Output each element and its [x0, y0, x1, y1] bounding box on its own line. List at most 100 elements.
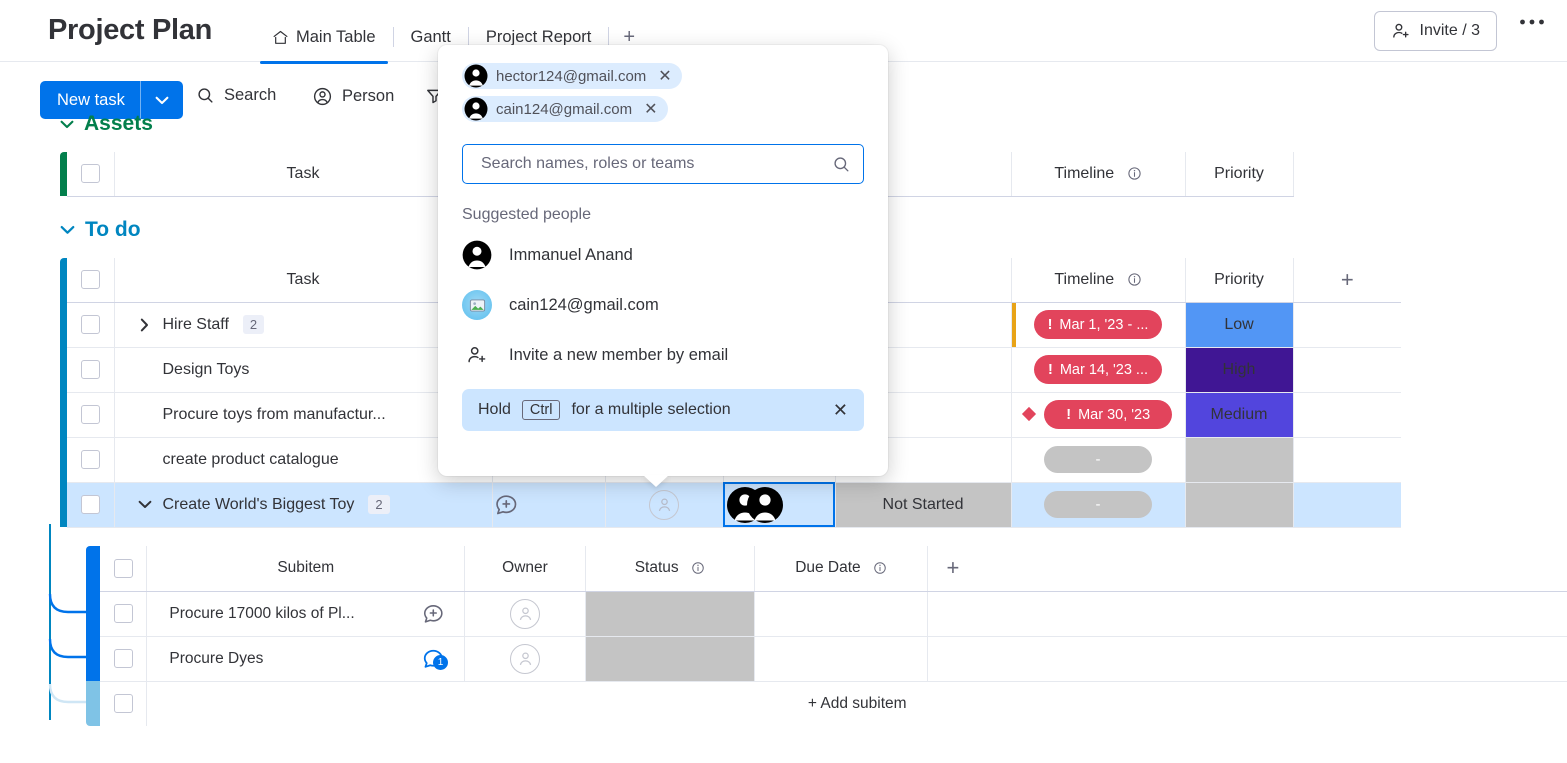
subitem-name-cell[interactable]: Procure Dyes 1 — [146, 636, 466, 682]
subitem-owner-cell[interactable] — [464, 636, 586, 682]
status-cell[interactable]: Not Started — [835, 482, 1012, 528]
person-chip[interactable]: cain124@gmail.com ✕ — [462, 96, 668, 122]
row-select-cell[interactable] — [67, 302, 115, 348]
priority-cell[interactable]: Medium — [1185, 392, 1294, 438]
overdue-icon: ! — [1047, 316, 1053, 333]
add-subitem-button[interactable]: + Add subitem — [146, 681, 1567, 726]
checkbox[interactable] — [80, 405, 100, 424]
column-header-due-date[interactable]: Due Date — [754, 546, 929, 592]
people-picker-popup: hector124@gmail.com ✕ cain124@gmail.com … — [438, 45, 888, 487]
checkbox[interactable] — [113, 649, 133, 668]
timeline-cell[interactable]: ! Mar 30, '23 — [1011, 392, 1186, 438]
column-header-timeline[interactable]: Timeline — [1011, 152, 1186, 197]
add-column-button[interactable]: + — [1293, 258, 1401, 303]
subitem-select-cell[interactable] — [99, 681, 148, 726]
suggested-person-immanuel-anand[interactable]: Immanuel Anand — [438, 230, 888, 280]
checkbox[interactable] — [113, 558, 133, 578]
priority-cell[interactable] — [1185, 482, 1294, 528]
subitem-row[interactable]: Procure Dyes 1 — [86, 636, 1567, 682]
subitem-owner-cell[interactable] — [464, 591, 586, 637]
row-select-cell[interactable] — [67, 437, 115, 483]
checkbox[interactable] — [80, 450, 100, 469]
ctrl-key-badge: Ctrl — [521, 400, 561, 420]
column-header-timeline[interactable]: Timeline — [1011, 258, 1186, 303]
priority-cell[interactable]: Low — [1185, 302, 1294, 348]
subitem-select-all-cell[interactable] — [99, 546, 148, 592]
table-row[interactable]: Create World's Biggest Toy 2 Not Started… — [60, 482, 1401, 528]
subitem-status-cell[interactable] — [585, 591, 755, 637]
page-title: Project Plan — [48, 14, 213, 46]
subitem-name-cell[interactable]: Procure 17000 kilos of Pl... — [146, 591, 466, 637]
checkbox[interactable] — [80, 315, 100, 334]
timeline-cell[interactable]: - — [1011, 482, 1186, 528]
task-name-cell[interactable]: Hire Staff 2 — [114, 302, 493, 348]
column-label: Due Date — [795, 559, 861, 577]
people-search-box[interactable] — [462, 144, 864, 184]
chevron-down-icon[interactable] — [137, 500, 153, 509]
timeline-cell[interactable]: - — [1011, 437, 1186, 483]
subitem-select-cell[interactable] — [99, 636, 148, 682]
person-chip[interactable]: hector124@gmail.com ✕ — [462, 63, 682, 89]
checkbox[interactable] — [80, 270, 100, 290]
chevron-down-icon[interactable] — [141, 96, 183, 105]
chevron-right-icon[interactable] — [137, 318, 153, 332]
comment-icon[interactable]: 1 — [421, 646, 449, 671]
task-name-cell[interactable]: Create World's Biggest Toy 2 — [114, 482, 493, 528]
suggested-person-cain124[interactable]: cain124@gmail.com — [438, 280, 888, 330]
chevron-down-icon[interactable] — [60, 225, 75, 235]
subitem-select-cell[interactable] — [99, 591, 148, 637]
invite-new-member-by-email[interactable]: Invite a new member by email — [438, 330, 888, 380]
row-select-cell[interactable] — [67, 482, 115, 528]
subitem-due-date-cell[interactable] — [754, 591, 929, 637]
column-header-owner[interactable]: Owner — [464, 546, 586, 592]
column-header-priority[interactable]: Priority — [1185, 152, 1294, 197]
timeline-cell[interactable]: ! Mar 14, '23 ... — [1011, 347, 1186, 393]
column-header-priority[interactable]: Priority — [1185, 258, 1294, 303]
column-header-subitem[interactable]: Subitem — [146, 546, 466, 592]
add-subitem-row[interactable]: + Add subitem — [86, 681, 1567, 726]
row-select-cell[interactable] — [67, 347, 115, 393]
timeline-cell[interactable]: ! Mar 1, '23 - ... — [1011, 302, 1186, 348]
subitem-status-cell[interactable] — [585, 636, 755, 682]
people-search-input[interactable] — [479, 154, 832, 174]
select-all-cell[interactable] — [67, 152, 115, 197]
task-name-cell[interactable]: Design Toys — [114, 347, 493, 393]
comment-add-icon[interactable] — [421, 601, 446, 626]
tab-main-table[interactable]: Main Table — [255, 17, 393, 64]
subitem-due-date-cell[interactable] — [754, 636, 929, 682]
close-icon[interactable]: ✕ — [658, 66, 671, 86]
column-label: Timeline — [1054, 270, 1115, 288]
photo-avatar-icon — [462, 290, 492, 320]
checkbox[interactable] — [80, 495, 100, 514]
subitems-header-row: Subitem Owner Status Due Date + — [86, 546, 1567, 592]
owner-cell[interactable] — [605, 482, 724, 528]
task-name-cell[interactable]: create product catalogue — [114, 437, 493, 483]
row-select-cell[interactable] — [67, 392, 115, 438]
empty-cell — [1293, 437, 1401, 483]
updates-cell[interactable] — [492, 482, 606, 528]
priority-cell[interactable] — [1185, 437, 1294, 483]
column-header-task[interactable]: Task — [114, 258, 493, 303]
ellipsis-icon[interactable] — [1519, 18, 1545, 26]
select-all-cell[interactable] — [67, 258, 115, 303]
checkbox[interactable] — [113, 694, 133, 714]
close-icon[interactable]: ✕ — [644, 99, 657, 119]
close-icon[interactable]: ✕ — [833, 400, 848, 421]
search-icon[interactable] — [832, 155, 851, 174]
column-header-status[interactable]: Status — [585, 546, 755, 592]
task-name-cell[interactable]: Procure toys from manufactur... — [114, 392, 493, 438]
column-header-task[interactable]: Task — [114, 152, 493, 197]
search-button[interactable]: Search — [196, 86, 276, 105]
person-filter-button[interactable]: Person — [312, 86, 394, 107]
subitem-add-column-button[interactable]: + — [927, 546, 1567, 592]
priority-cell[interactable]: High — [1185, 347, 1294, 393]
person-cell[interactable] — [723, 482, 836, 528]
checkbox[interactable] — [80, 360, 100, 379]
checkbox[interactable] — [113, 604, 133, 623]
checkbox[interactable] — [80, 164, 100, 184]
group-name: To do — [85, 218, 141, 241]
subitem-row[interactable]: Procure 17000 kilos of Pl... — [86, 591, 1567, 637]
plus-icon: + — [946, 555, 960, 581]
chevron-down-icon[interactable] — [60, 120, 74, 129]
invite-button[interactable]: Invite / 3 — [1373, 11, 1497, 51]
